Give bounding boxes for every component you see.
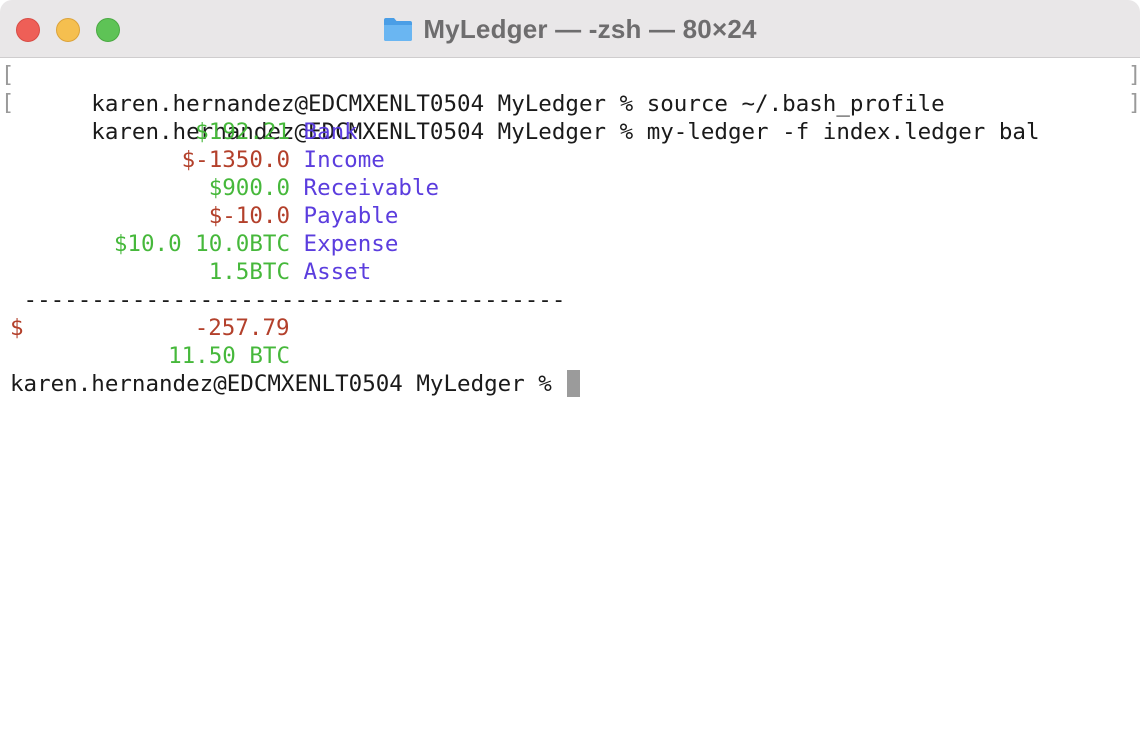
account-name: Income xyxy=(303,147,385,173)
mark-bracket-left: [ xyxy=(1,63,15,88)
balance-row-payable: $-10.0 Payable xyxy=(0,202,1140,230)
account-name: Bank xyxy=(303,119,358,145)
current-prompt-line[interactable]: karen.hernandez@EDCMXENLT0504 MyLedger % xyxy=(0,370,1140,398)
total-btc: 11.50 BTC xyxy=(168,343,290,369)
currency-symbol: $ xyxy=(10,315,24,341)
balance-row-asset: 1.5BTC Asset xyxy=(0,258,1140,286)
balance-amount: $10.0 10.0BTC xyxy=(113,231,290,257)
total-btc-row: 11.50 BTC xyxy=(0,342,1140,370)
balance-amount: $-10.0 xyxy=(208,203,290,229)
title-bar[interactable]: MyLedger — -zsh — 80×24 xyxy=(0,0,1140,58)
separator-line: ---------------------------------------- xyxy=(0,286,1140,314)
total-usd-row: $ -257.79 xyxy=(0,314,1140,342)
balance-amount: $-1350.0 xyxy=(181,147,290,173)
text-cursor xyxy=(567,370,581,397)
balance-amount: 1.5BTC xyxy=(208,259,290,285)
window-title: MyLedger — -zsh — 80×24 xyxy=(423,13,757,44)
command-line-2: [karen.hernandez@EDCMXENLT0504 MyLedger … xyxy=(0,90,1140,145)
mark-bracket-right: ] xyxy=(1128,63,1140,88)
total-usd: -257.79 xyxy=(194,315,290,341)
balance-amount: $192.21 xyxy=(195,119,290,145)
account-name: Asset xyxy=(303,259,372,285)
balance-row-expense: $10.0 10.0BTC Expense xyxy=(0,230,1140,258)
mark-bracket-right: ] xyxy=(1128,91,1140,116)
balance-row-income: $-1350.0 Income xyxy=(0,146,1140,174)
balance-amount: $900.0 xyxy=(208,175,290,201)
balance-row-bank: $192.21 Bank xyxy=(0,118,1140,146)
mark-bracket-left: [ xyxy=(1,91,15,116)
terminal-window: MyLedger — -zsh — 80×24 [ karen.hernandez… xyxy=(0,0,1140,744)
terminal-output[interactable]: [ karen.hernandez@EDCMXENLT0504 MyLedger … xyxy=(0,62,1140,744)
balance-row-receivable: $900.0 Receivable xyxy=(0,174,1140,202)
command-line-1: [karen.hernandez@EDCMXENLT0504 MyLedger … xyxy=(0,62,1140,117)
account-name: Expense xyxy=(303,231,399,257)
window-title-group: MyLedger — -zsh — 80×24 xyxy=(0,0,1140,58)
separator: ---------------------------------------- xyxy=(23,287,566,313)
account-name: Payable xyxy=(303,203,399,229)
account-name: Receivable xyxy=(303,175,440,201)
prompt: karen.hernandez@EDCMXENLT0504 MyLedger % xyxy=(10,371,566,397)
folder-icon xyxy=(383,16,413,42)
